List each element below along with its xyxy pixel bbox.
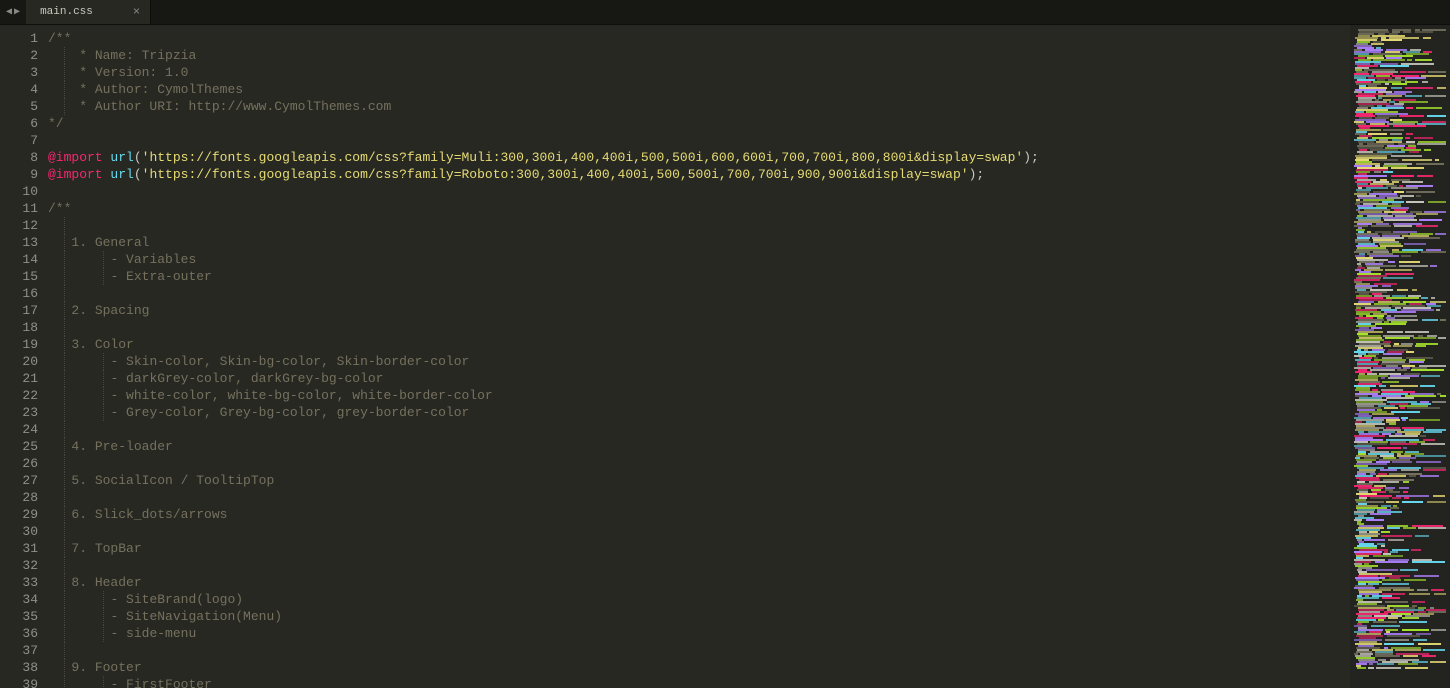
code-line [48,557,1350,574]
line-number: 2 [0,47,38,64]
line-number: 5 [0,98,38,115]
minimap-line [1354,191,1446,193]
code-line: - Grey-color, Grey-bg-color, grey-border… [48,404,1350,421]
line-number: 38 [0,659,38,676]
code-line: 5. SocialIcon / TooltipTop [48,472,1350,489]
line-number: 31 [0,540,38,557]
code-line: /** [48,30,1350,47]
code-line: 1. General [48,234,1350,251]
code-line: - FirstFooter [48,676,1350,688]
line-number: 14 [0,251,38,268]
line-number: 17 [0,302,38,319]
code-line: 3. Color [48,336,1350,353]
line-number: 15 [0,268,38,285]
line-number: 25 [0,438,38,455]
nav-forward-icon[interactable]: ▶ [14,6,20,18]
code-line [48,642,1350,659]
code-line [48,217,1350,234]
minimap-line [1354,225,1446,227]
line-number: 39 [0,676,38,688]
nav-arrows: ◀ ▶ [0,0,26,24]
line-number: 10 [0,183,38,200]
code-line [48,319,1350,336]
line-number: 33 [0,574,38,591]
line-number: 11 [0,200,38,217]
code-line [48,455,1350,472]
code-line [48,183,1350,200]
line-number: 6 [0,115,38,132]
code-line [48,132,1350,149]
code-line: - darkGrey-color, darkGrey-bg-color [48,370,1350,387]
line-number: 35 [0,608,38,625]
line-number: 22 [0,387,38,404]
tab-bar: ◀ ▶ main.css × [0,0,1450,25]
code-line: 4. Pre-loader [48,438,1350,455]
line-number: 12 [0,217,38,234]
line-number: 32 [0,557,38,574]
line-number: 20 [0,353,38,370]
code-line: * Version: 1.0 [48,64,1350,81]
line-number: 13 [0,234,38,251]
line-number: 8 [0,149,38,166]
code-line: * Author: CymolThemes [48,81,1350,98]
minimap[interactable] [1350,25,1450,688]
line-number: 3 [0,64,38,81]
close-icon[interactable]: × [133,5,140,19]
code-line: 9. Footer [48,659,1350,676]
line-number: 18 [0,319,38,336]
line-number: 24 [0,421,38,438]
code-line: - white-color, white-bg-color, white-bor… [48,387,1350,404]
line-number: 4 [0,81,38,98]
line-number: 7 [0,132,38,149]
code-line: * Author URI: http://www.CymolThemes.com [48,98,1350,115]
line-number: 30 [0,523,38,540]
line-number: 1 [0,30,38,47]
minimap-line [1354,667,1446,669]
code-line: - SiteNavigation(Menu) [48,608,1350,625]
line-number: 9 [0,166,38,183]
tab-main-css[interactable]: main.css × [26,0,151,24]
code-line: - Variables [48,251,1350,268]
code-line: @import url('https://fonts.googleapis.co… [48,166,1350,183]
code-area[interactable]: /** * Name: Tripzia * Version: 1.0 * Aut… [48,25,1350,688]
line-number-gutter: 1234567891011121314151617181920212223242… [0,25,48,688]
line-number: 21 [0,370,38,387]
code-line: 7. TopBar [48,540,1350,557]
line-number: 16 [0,285,38,302]
line-number: 29 [0,506,38,523]
code-line: * Name: Tripzia [48,47,1350,64]
line-number: 34 [0,591,38,608]
code-line: 8. Header [48,574,1350,591]
code-line [48,421,1350,438]
code-line [48,489,1350,506]
code-line: */ [48,115,1350,132]
nav-back-icon[interactable]: ◀ [6,6,12,18]
line-number: 23 [0,404,38,421]
line-number: 19 [0,336,38,353]
line-number: 36 [0,625,38,642]
line-number: 26 [0,455,38,472]
line-number: 28 [0,489,38,506]
code-line: @import url('https://fonts.googleapis.co… [48,149,1350,166]
code-line: 2. Spacing [48,302,1350,319]
editor-main: 1234567891011121314151617181920212223242… [0,25,1450,688]
code-line [48,523,1350,540]
code-line: - Extra-outer [48,268,1350,285]
code-line: 6. Slick_dots/arrows [48,506,1350,523]
minimap-line [1354,649,1446,651]
code-line: - SiteBrand(logo) [48,591,1350,608]
editor-pane[interactable]: 1234567891011121314151617181920212223242… [0,25,1350,688]
line-number: 37 [0,642,38,659]
code-line: - side-menu [48,625,1350,642]
code-line: /** [48,200,1350,217]
code-line [48,285,1350,302]
code-line: - Skin-color, Skin-bg-color, Skin-border… [48,353,1350,370]
line-number: 27 [0,472,38,489]
tab-title: main.css [40,6,93,18]
